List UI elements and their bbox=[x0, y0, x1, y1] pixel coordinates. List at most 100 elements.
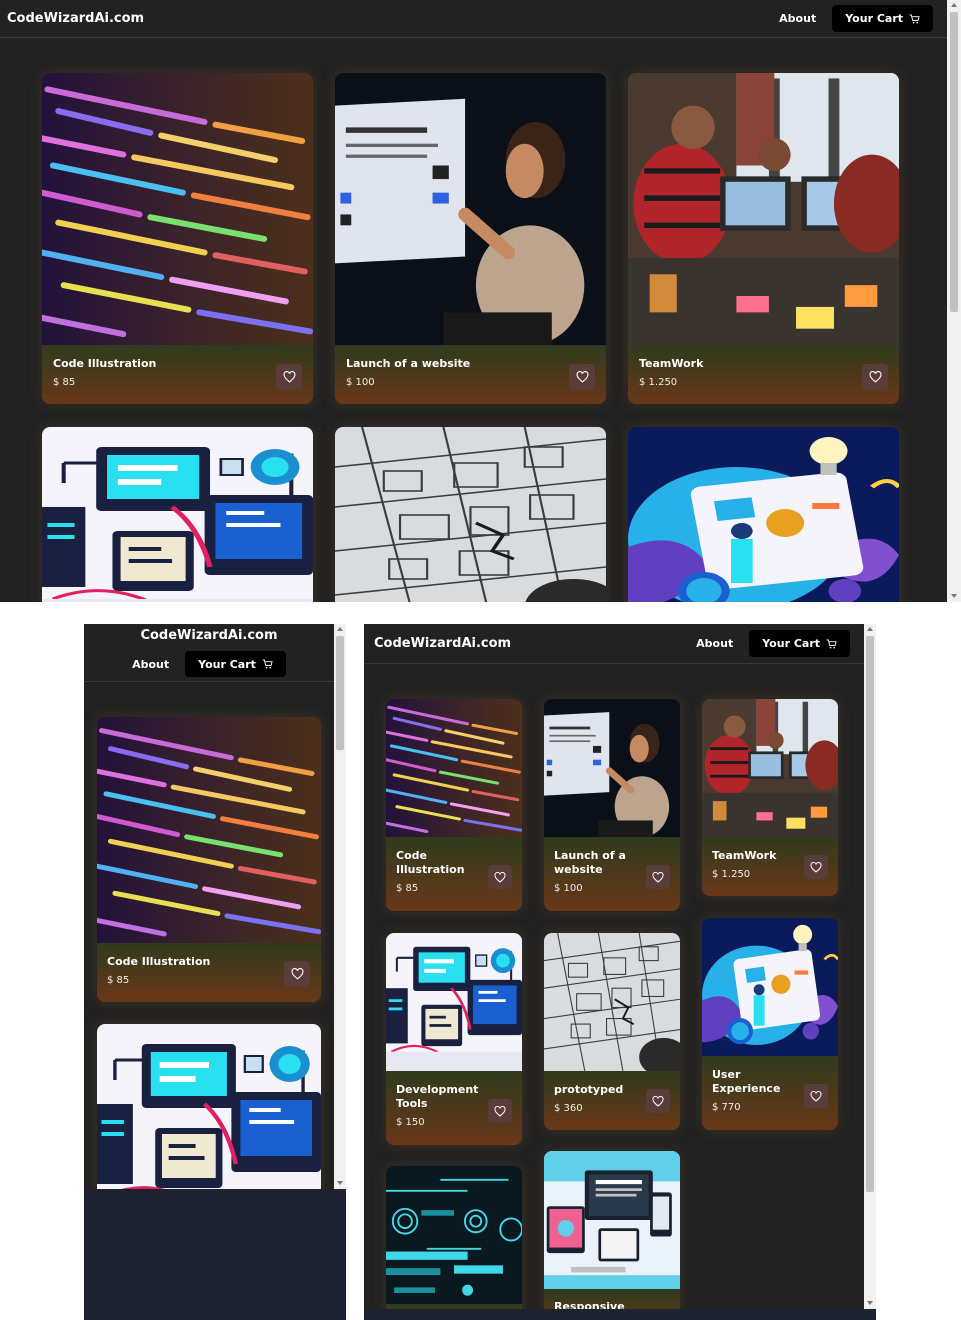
product-card[interactable]: prototyped $ 360 bbox=[544, 933, 680, 1130]
desktop-view-frame: CodeWizardAi.com About Your Cart Code Il… bbox=[0, 0, 947, 602]
scrollbar-thumb[interactable] bbox=[866, 636, 874, 1192]
favorite-button[interactable] bbox=[488, 865, 512, 889]
product-image-teamwork bbox=[702, 699, 838, 837]
product-card[interactable] bbox=[386, 1166, 522, 1309]
favorite-button[interactable] bbox=[646, 1089, 670, 1113]
product-card[interactable] bbox=[42, 427, 313, 602]
heart-icon bbox=[810, 1091, 822, 1102]
product-price: $ 100 bbox=[346, 376, 375, 388]
product-title: prototyped bbox=[554, 1083, 624, 1096]
favorite-button[interactable] bbox=[862, 364, 888, 390]
tablet-view-frame: CodeWizardAi.com About Your Cart Code Il… bbox=[364, 624, 864, 1309]
scrollbar-thumb[interactable] bbox=[336, 636, 344, 750]
product-card[interactable]: Responsive bbox=[544, 1151, 680, 1309]
product-card[interactable]: TeamWork $ 1.250 bbox=[702, 699, 838, 896]
scroll-down-arrow[interactable] bbox=[867, 1301, 873, 1305]
product-card[interactable]: TeamWork $ 1.250 bbox=[628, 73, 899, 404]
heart-icon bbox=[494, 872, 506, 883]
heart-icon bbox=[283, 371, 296, 383]
product-card[interactable]: Code Illustration $ 85 bbox=[42, 73, 313, 404]
scrollbar[interactable] bbox=[864, 624, 876, 1309]
product-card[interactable]: User Experience $ 770 bbox=[702, 918, 838, 1130]
product-title: Code Illustration bbox=[53, 357, 157, 370]
cart-button-label: Your Cart bbox=[762, 637, 820, 650]
scrollbar[interactable] bbox=[947, 0, 961, 602]
tablet-view-backdrop bbox=[364, 1309, 876, 1320]
scroll-up-arrow[interactable] bbox=[951, 3, 957, 7]
product-card[interactable]: Development Tools $ 150 bbox=[386, 933, 522, 1145]
heart-icon bbox=[494, 1106, 506, 1117]
product-title: Code Illustration bbox=[396, 849, 465, 876]
product-image-code-illustration bbox=[42, 73, 313, 345]
product-info bbox=[386, 1304, 522, 1309]
cart-button[interactable]: Your Cart bbox=[832, 5, 933, 32]
product-image-futuristic-interface bbox=[386, 1166, 522, 1304]
product-image-development-tools bbox=[42, 427, 313, 602]
heart-icon bbox=[576, 371, 589, 383]
product-price: $ 85 bbox=[53, 376, 76, 388]
product-card[interactable]: Launch of a website $ 100 bbox=[544, 699, 680, 911]
about-link[interactable]: About bbox=[696, 637, 733, 650]
mobile-view-frame: CodeWizardAi.com About Your Cart Code Il… bbox=[84, 624, 334, 1189]
product-image-prototype-sketch bbox=[544, 933, 680, 1071]
product-image-user-experience bbox=[702, 918, 838, 1056]
scroll-down-arrow[interactable] bbox=[337, 1181, 343, 1185]
cart-button[interactable]: Your Cart bbox=[749, 630, 850, 657]
product-image-teamwork bbox=[628, 73, 899, 345]
shopping-cart-icon bbox=[262, 659, 273, 669]
brand-logo[interactable]: CodeWizardAi.com bbox=[140, 628, 277, 643]
brand-logo[interactable]: CodeWizardAi.com bbox=[374, 636, 511, 651]
favorite-button[interactable] bbox=[804, 855, 828, 879]
product-title: Launch of a website bbox=[346, 357, 471, 370]
product-card[interactable]: Code Illustration $ 85 bbox=[97, 717, 321, 1002]
heart-icon bbox=[652, 1096, 664, 1107]
navbar: CodeWizardAi.com About Your Cart bbox=[84, 624, 334, 682]
shopping-cart-icon bbox=[826, 639, 837, 649]
product-image-prototype-sketch bbox=[335, 427, 606, 602]
product-card[interactable] bbox=[628, 427, 899, 602]
product-card[interactable]: Code Illustration $ 85 bbox=[386, 699, 522, 911]
scroll-up-arrow[interactable] bbox=[337, 627, 343, 631]
product-card[interactable]: Launch of a website $ 100 bbox=[335, 73, 606, 404]
favorite-button[interactable] bbox=[646, 865, 670, 889]
product-title: Code Illustration bbox=[107, 955, 211, 968]
product-image-development-tools bbox=[97, 1024, 321, 1189]
favorite-button[interactable] bbox=[284, 961, 310, 987]
about-link[interactable]: About bbox=[132, 658, 169, 671]
heart-icon bbox=[291, 968, 304, 980]
product-info: Code Illustration $ 85 bbox=[42, 345, 313, 404]
scroll-up-arrow[interactable] bbox=[867, 627, 873, 631]
about-link[interactable]: About bbox=[779, 12, 816, 25]
scrollbar-thumb[interactable] bbox=[950, 12, 958, 312]
shopping-cart-icon bbox=[909, 14, 920, 24]
favorite-button[interactable] bbox=[276, 364, 302, 390]
product-image-code-illustration bbox=[386, 699, 522, 837]
product-image-responsive-devices bbox=[544, 1151, 680, 1289]
scrollbar[interactable] bbox=[334, 624, 346, 1189]
cart-button[interactable]: Your Cart bbox=[185, 651, 286, 677]
product-image-code-illustration bbox=[97, 717, 321, 943]
scroll-down-arrow[interactable] bbox=[951, 594, 957, 598]
product-price: $ 1.250 bbox=[639, 376, 678, 388]
favorite-button[interactable] bbox=[569, 364, 595, 390]
product-title: Launch of a website bbox=[554, 849, 626, 876]
product-title: Responsive bbox=[554, 1300, 625, 1309]
favorite-button[interactable] bbox=[488, 1099, 512, 1123]
brand-logo[interactable]: CodeWizardAi.com bbox=[7, 11, 144, 26]
navbar: CodeWizardAi.com About Your Cart bbox=[0, 0, 947, 38]
product-title: TeamWork bbox=[639, 357, 704, 370]
product-card[interactable] bbox=[335, 427, 606, 602]
product-card[interactable] bbox=[97, 1024, 321, 1189]
cart-button-label: Your Cart bbox=[198, 657, 256, 671]
product-image-user-experience bbox=[628, 427, 899, 602]
product-title: User Experience bbox=[712, 1068, 781, 1095]
product-info: TeamWork $ 1.250 bbox=[628, 345, 899, 404]
heart-icon bbox=[869, 371, 882, 383]
product-title: Development Tools bbox=[396, 1083, 479, 1110]
product-image-development-tools bbox=[386, 933, 522, 1071]
favorite-button[interactable] bbox=[804, 1084, 828, 1108]
product-info: Responsive bbox=[544, 1289, 680, 1309]
cart-button-label: Your Cart bbox=[845, 12, 903, 25]
heart-icon bbox=[810, 862, 822, 873]
product-info: Launch of a website $ 100 bbox=[335, 345, 606, 404]
